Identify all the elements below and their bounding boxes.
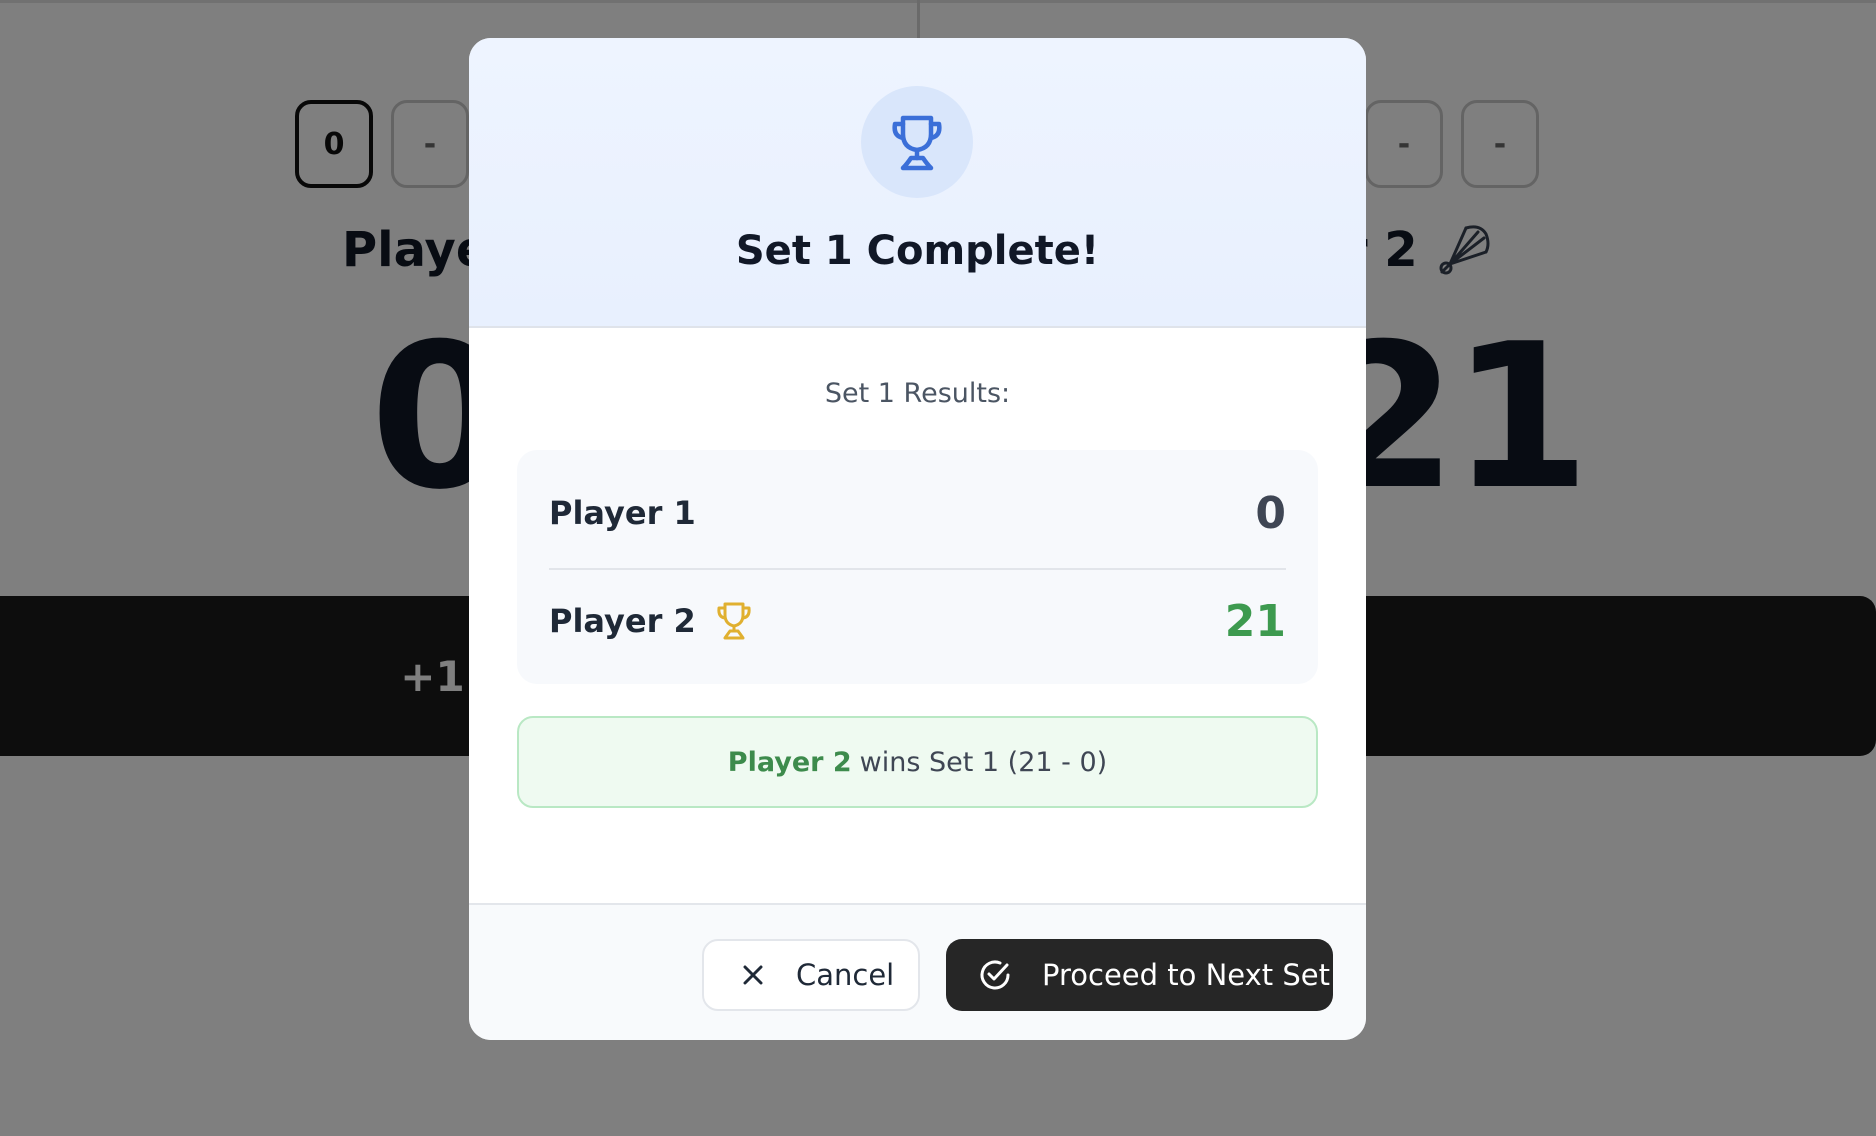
result-score: 0	[1255, 487, 1286, 539]
winner-name: Player 2	[727, 746, 852, 778]
proceed-next-set-button[interactable]: Proceed to Next Set	[946, 939, 1333, 1011]
dialog-header: Set 1 Complete!	[469, 38, 1366, 328]
results-label: Set 1 Results:	[824, 378, 1011, 409]
winner-banner: Player 2 wins Set 1 (21 - 0)	[517, 716, 1318, 808]
trophy-icon	[892, 115, 942, 171]
results-card: Player 1 0 Player 2 21	[517, 450, 1318, 684]
trophy-icon	[717, 602, 751, 640]
trophy-badge	[861, 86, 973, 198]
dialog-title: Set 1 Complete!	[735, 228, 1100, 274]
set-complete-dialog: Set 1 Complete! Set 1 Results: Player 1 …	[469, 38, 1366, 1040]
proceed-label: Proceed to Next Set	[1042, 958, 1330, 992]
result-row-player-2: Player 2 21	[549, 590, 1286, 652]
close-icon	[743, 965, 763, 985]
result-row-player-1: Player 1 0	[549, 484, 1286, 542]
row-divider	[549, 568, 1286, 570]
result-player-name-row: Player 2	[549, 600, 754, 642]
dialog-body: Set 1 Results: Player 1 0 Player 2 21 Pl…	[469, 328, 1366, 903]
check-circle-icon	[980, 960, 1010, 990]
result-score-winner: 21	[1224, 595, 1286, 647]
dialog-footer: Cancel Proceed to Next Set	[469, 903, 1366, 1040]
result-player-name: Player 2	[549, 602, 696, 640]
cancel-button[interactable]: Cancel	[702, 939, 920, 1011]
result-player-name: Player 1	[549, 494, 696, 532]
winner-text: wins Set 1 (21 - 0)	[859, 746, 1108, 778]
cancel-label: Cancel	[796, 958, 895, 992]
